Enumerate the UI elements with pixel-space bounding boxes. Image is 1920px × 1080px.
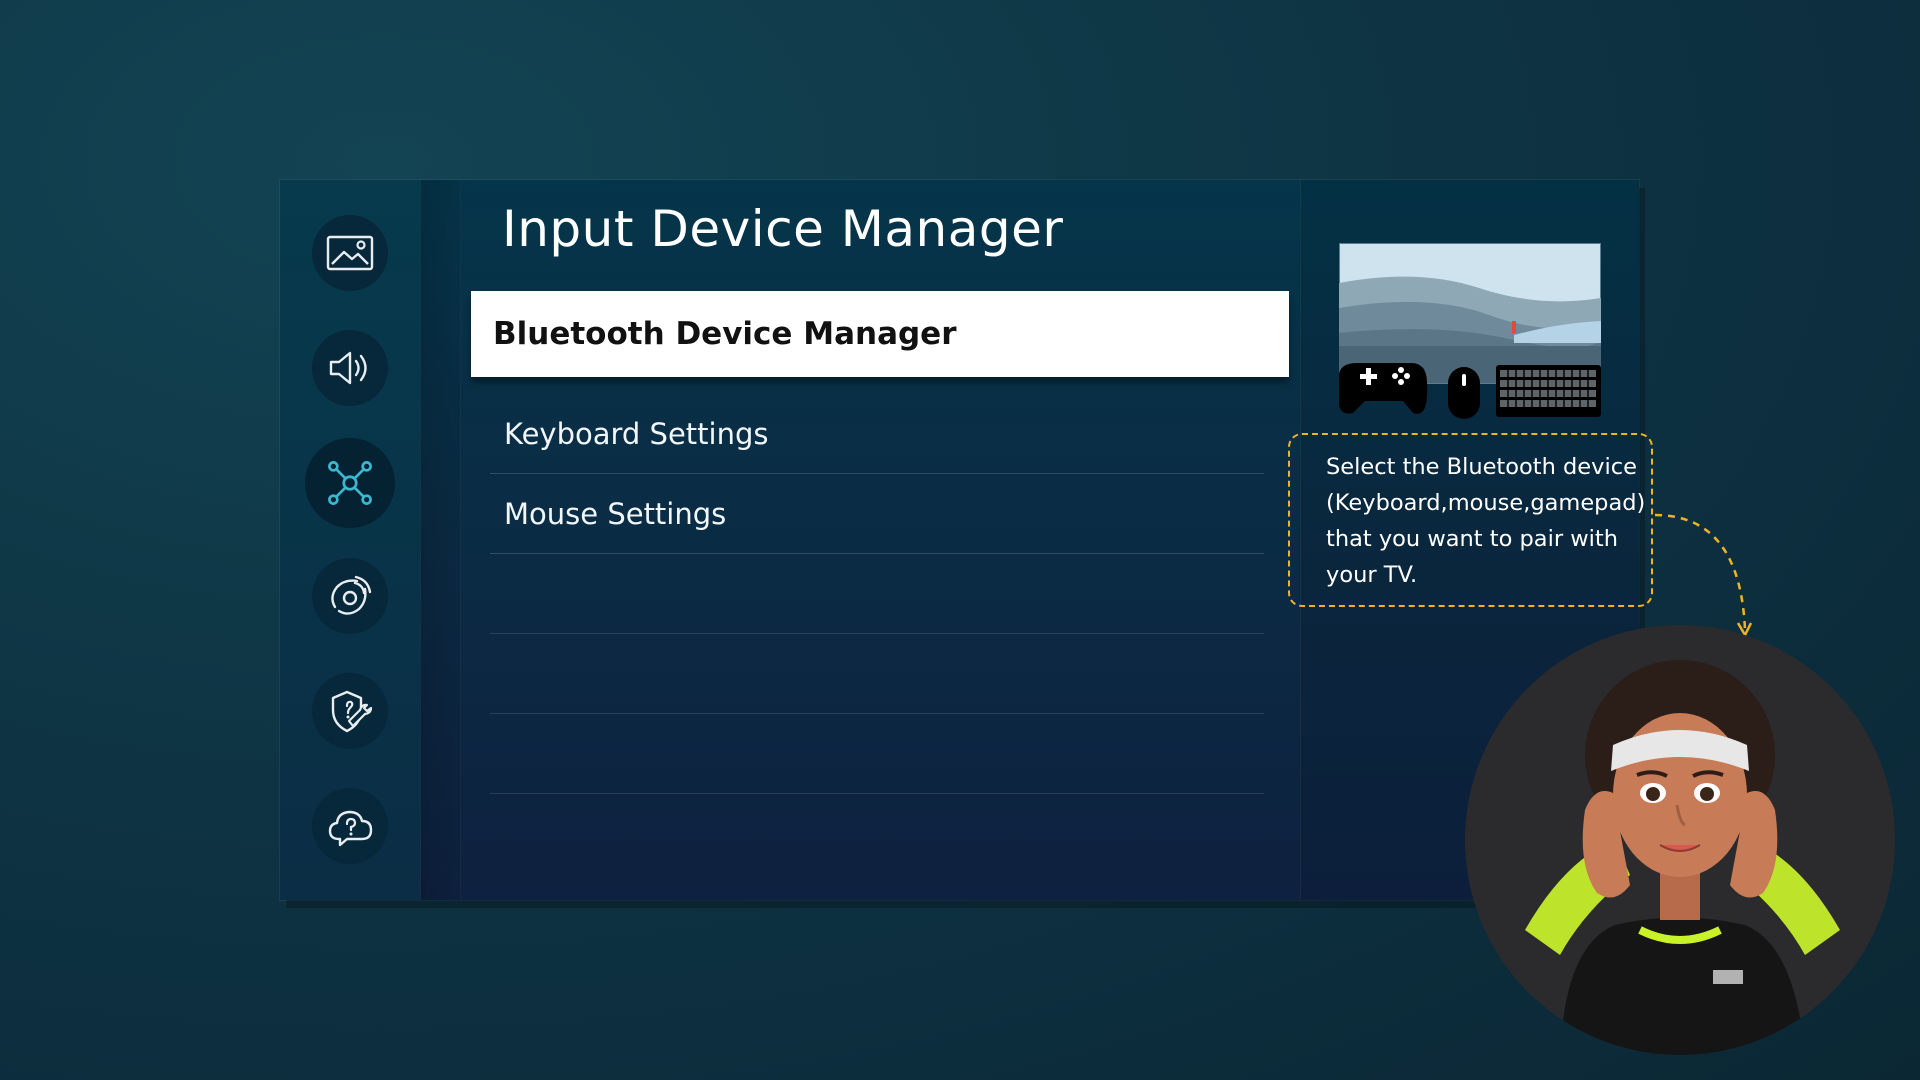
sidebar-rail — [280, 180, 421, 900]
sign-language-avatar — [1465, 625, 1895, 1055]
page-title: Input Device Manager — [502, 200, 1064, 258]
help-icon — [328, 810, 373, 847]
menu-item-mouse-settings[interactable]: Mouse Settings — [490, 475, 1264, 554]
sidebar-item-support[interactable] — [312, 673, 388, 749]
sidebar-item-connection[interactable] — [305, 438, 395, 528]
sidebar-item-help[interactable] — [312, 788, 388, 864]
gamepad-icon — [1339, 363, 1428, 414]
tv-icon — [1339, 243, 1601, 384]
sound-icon — [329, 351, 367, 385]
picture-icon — [326, 235, 374, 271]
menu-empty-row — [490, 715, 1264, 794]
rail-divider — [420, 180, 461, 900]
connection-icon — [328, 461, 372, 505]
sidebar-item-picture[interactable] — [312, 215, 388, 291]
menu-empty-row — [490, 555, 1264, 634]
description-tooltip: Select the Bluetooth device (Keyboard,mo… — [1288, 433, 1653, 607]
menu-item-keyboard-settings[interactable]: Keyboard Settings — [490, 395, 1264, 474]
device-illustration — [1339, 243, 1601, 419]
sidebar-item-sound[interactable] — [312, 330, 388, 406]
menu-item-bluetooth-device-manager[interactable]: Bluetooth Device Manager — [471, 291, 1289, 377]
mouse-icon — [1448, 367, 1480, 419]
avatar-figure — [1525, 660, 1840, 1055]
broadcast-icon — [331, 575, 372, 615]
sidebar-item-broadcast[interactable] — [312, 558, 388, 634]
pointer-arrow — [1654, 513, 1753, 638]
support-icon — [331, 690, 373, 733]
menu-empty-row — [490, 635, 1264, 714]
keyboard-icon — [1496, 365, 1601, 417]
